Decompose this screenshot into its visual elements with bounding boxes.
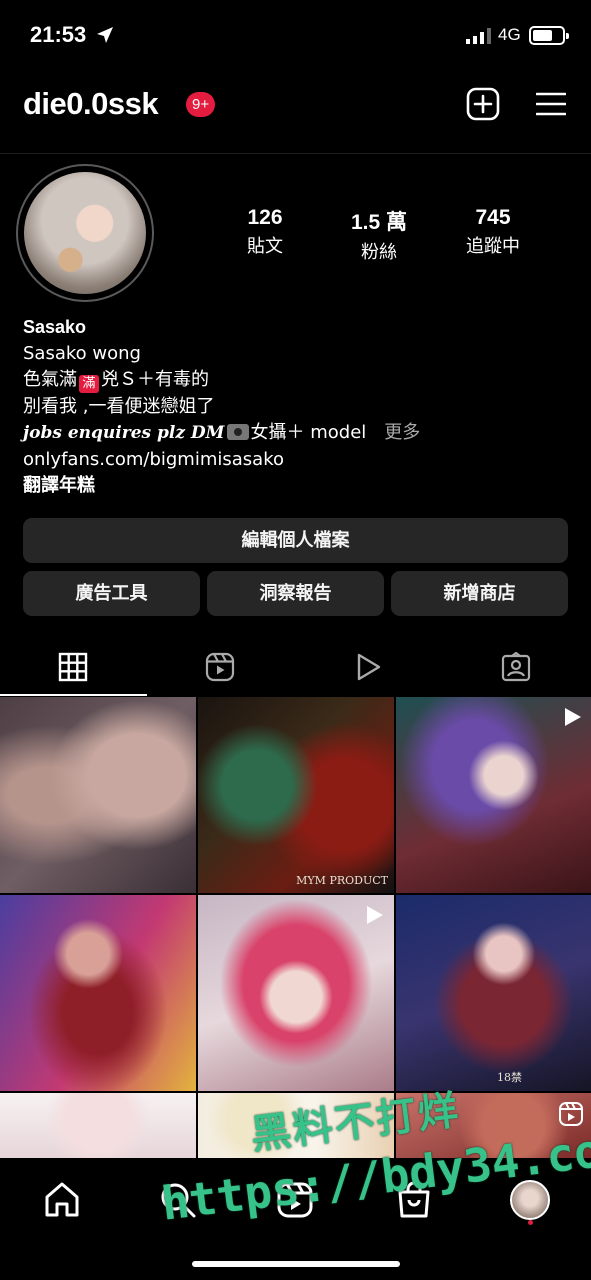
- followers-label: 粉絲: [361, 242, 397, 263]
- stat-posts[interactable]: 126 貼文: [215, 206, 315, 258]
- tab-reels[interactable]: [147, 640, 294, 696]
- bio-line-4: jobs enquires plz DM 女攝＋ model 更多: [23, 422, 421, 443]
- menu-icon[interactable]: [536, 92, 566, 116]
- bio-line-1: Sasako wong: [23, 342, 141, 364]
- tagged-icon: [501, 652, 531, 682]
- posts-count: 126: [247, 206, 283, 229]
- grid-post[interactable]: [0, 697, 196, 893]
- home-indicator: [192, 1261, 400, 1267]
- post-caption: MYM PRODUCT: [296, 874, 388, 887]
- location-arrow-icon: [97, 27, 113, 43]
- home-icon[interactable]: [42, 1180, 82, 1220]
- edit-profile-button[interactable]: 編輯個人檔案: [23, 518, 568, 563]
- display-name: Sasako: [23, 317, 87, 337]
- tab-tagged[interactable]: [443, 640, 590, 696]
- posts-label: 貼文: [247, 236, 283, 257]
- grid-post[interactable]: [0, 1093, 196, 1159]
- camera-emoji-icon: [226, 424, 249, 440]
- profile-tabs: [0, 640, 591, 696]
- profile-avatar[interactable]: [16, 164, 154, 302]
- username[interactable]: die0.0ssk: [23, 86, 159, 122]
- stat-followers[interactable]: 1.5 萬 粉絲: [329, 206, 429, 264]
- reels-badge-icon: [559, 1102, 583, 1126]
- grid-post[interactable]: 18禁: [396, 895, 591, 1091]
- stat-following[interactable]: 745 追蹤中: [443, 206, 543, 258]
- tab-grid[interactable]: [0, 640, 147, 696]
- profile-header: die0.0ssk 9+: [0, 72, 591, 154]
- post-caption: 18禁: [497, 1071, 522, 1084]
- reels-icon: [205, 652, 235, 682]
- translate-link[interactable]: 翻譯年糕: [23, 473, 571, 500]
- status-bar: 21:53 4G: [0, 0, 591, 72]
- status-time: 21:53: [30, 22, 87, 47]
- plus-square-icon[interactable]: [466, 87, 500, 121]
- avatar-photo: [24, 172, 146, 294]
- network-type: 4G: [498, 25, 521, 44]
- video-play-icon: [367, 906, 383, 924]
- battery-icon: [529, 26, 569, 45]
- bio-line-3: 別看我 ,一看便迷戀姐了: [23, 395, 215, 417]
- signal-icon: [466, 28, 491, 44]
- notification-dot: [528, 1220, 533, 1225]
- bio-link[interactable]: onlyfans.com/bigmimisasako: [23, 447, 571, 474]
- grid-post[interactable]: [198, 895, 394, 1091]
- insights-button[interactable]: 洞察報告: [207, 571, 384, 616]
- ad-tools-button[interactable]: 廣告工具: [23, 571, 200, 616]
- grid-icon: [58, 652, 88, 682]
- tab-videos[interactable]: [295, 640, 442, 696]
- add-shop-button[interactable]: 新增商店: [391, 571, 568, 616]
- more-link[interactable]: 更多: [384, 422, 420, 443]
- video-icon: [357, 653, 381, 681]
- video-play-icon: [565, 708, 581, 726]
- grid-post[interactable]: [396, 697, 591, 893]
- followers-count: 1.5 萬: [350, 211, 408, 234]
- full-emoji-icon: 滿: [79, 375, 99, 393]
- bio-line-2: 色氣滿滿兇Ｓ＋有毒的: [23, 369, 209, 393]
- grid-post[interactable]: [0, 895, 196, 1091]
- notification-badge[interactable]: 9+: [186, 92, 216, 117]
- bio: Sasako Sasako wong 色氣滿滿兇Ｓ＋有毒的 別看我 ,一看便迷戀…: [23, 314, 571, 500]
- following-count: 745: [475, 206, 511, 229]
- grid-post[interactable]: MYM PRODUCT: [198, 697, 394, 893]
- following-label: 追蹤中: [466, 236, 520, 257]
